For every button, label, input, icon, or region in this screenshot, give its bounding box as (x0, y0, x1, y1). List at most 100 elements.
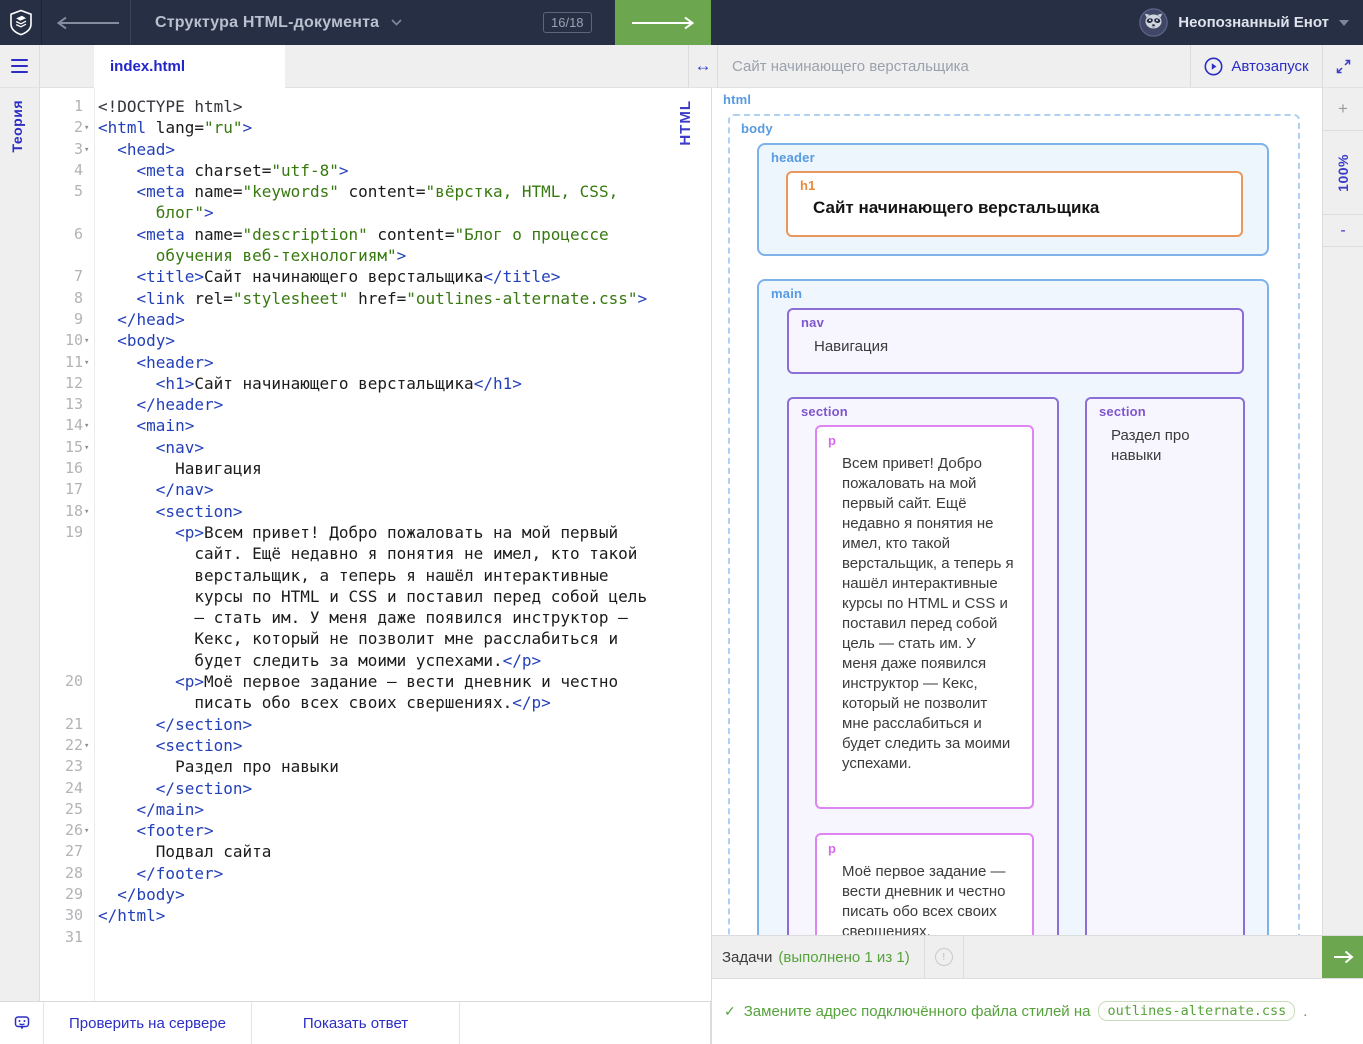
fold-caret-icon[interactable]: ▾ (84, 821, 89, 842)
code-line[interactable]: 9 </head> (40, 309, 711, 330)
tab-index-html[interactable]: index.html (94, 45, 285, 88)
code-line[interactable]: 21 </section> (40, 714, 711, 735)
code-line-content: верстальщик, а теперь я нашёл интерактив… (94, 565, 609, 586)
code-line[interactable]: 5 <meta name="keywords" content="вёрстка… (40, 181, 711, 202)
tasks-title: Задачи (722, 949, 772, 966)
code-line-content: <body> (94, 330, 175, 351)
line-number-gutter (40, 565, 94, 586)
preview-page-title: Сайт начинающего верстальщика (732, 58, 969, 75)
code-line[interactable]: 28 </footer> (40, 863, 711, 884)
code-line[interactable]: 20 <p>Моё первое задание — вести дневник… (40, 671, 711, 692)
zoom-controls-rail: + 100% - (1322, 88, 1363, 935)
code-line[interactable]: блог"> (40, 202, 711, 223)
code-line[interactable]: 8 <link rel="stylesheet" href="outlines-… (40, 288, 711, 309)
code-line[interactable]: 11▾ <header> (40, 352, 711, 373)
line-number-gutter: 8 (40, 288, 94, 309)
code-line[interactable]: 2▾<html lang="ru"> (40, 117, 711, 138)
preview-pane: html body header h1 Сайт начинающего вер… (711, 88, 1323, 935)
fullscreen-preview-button[interactable] (1322, 45, 1363, 88)
htmlacademy-logo-icon[interactable] (0, 0, 42, 45)
code-line[interactable]: 27 Подвал сайта (40, 841, 711, 862)
code-line[interactable]: — стать им. У меня даже появился инструк… (40, 607, 711, 628)
code-line[interactable]: 1<!DOCTYPE html> (40, 96, 711, 117)
show-answer-button[interactable]: Показать ответ (252, 1002, 460, 1044)
fold-caret-icon[interactable]: ▾ (84, 331, 89, 352)
outline-p1-label: p (828, 433, 836, 448)
arrow-right-icon (1332, 950, 1354, 964)
task-next-button[interactable] (1322, 936, 1363, 978)
split-resize-handle[interactable]: ↔ (688, 45, 718, 88)
code-line[interactable]: курсы по HTML и CSS и поставил перед соб… (40, 586, 711, 607)
fold-caret-icon[interactable]: ▾ (84, 118, 89, 139)
code-line[interactable]: 16 Навигация (40, 458, 711, 479)
fold-caret-icon[interactable]: ▾ (84, 416, 89, 437)
lesson-title-dropdown[interactable]: Структура HTML-документа (155, 0, 402, 45)
line-number-gutter (40, 692, 94, 713)
code-line[interactable]: 3▾ <head> (40, 139, 711, 160)
zoom-out-button[interactable]: - (1323, 215, 1363, 247)
code-line[interactable]: 15▾ <nav> (40, 437, 711, 458)
code-line[interactable]: 4 <meta charset="utf-8"> (40, 160, 711, 181)
code-editor[interactable]: 1<!DOCTYPE html>2▾<html lang="ru">3▾ <he… (40, 88, 711, 1001)
fold-caret-icon[interactable]: ▾ (84, 438, 89, 459)
zoom-in-button[interactable]: + (1323, 88, 1363, 131)
code-line[interactable]: 10▾ <body> (40, 330, 711, 351)
code-line[interactable]: 29 </body> (40, 884, 711, 905)
code-line[interactable]: 14▾ <main> (40, 415, 711, 436)
code-line-content: </html> (94, 905, 165, 926)
fold-caret-icon[interactable]: ▾ (84, 140, 89, 161)
outline-main-label: main (771, 286, 802, 301)
line-number-gutter: 9 (40, 309, 94, 330)
code-line[interactable]: 12 <h1>Сайт начинающего верстальщика</h1… (40, 373, 711, 394)
code-line[interactable]: 30</html> (40, 905, 711, 926)
task-info-button[interactable]: ! (925, 948, 963, 966)
line-number-gutter (40, 202, 94, 223)
code-line[interactable]: 31 (40, 927, 711, 948)
theory-toggle[interactable]: Теория (9, 100, 25, 153)
fold-caret-icon[interactable]: ▾ (84, 736, 89, 757)
code-line-content: <nav> (94, 437, 204, 458)
code-line[interactable]: 25 </main> (40, 799, 711, 820)
topbar-divider (130, 0, 131, 45)
code-line-content: <meta name="description" content="Блог о… (94, 224, 609, 245)
fold-caret-icon[interactable]: ▾ (84, 353, 89, 374)
line-number-gutter (40, 586, 94, 607)
expand-corners-icon (1335, 58, 1352, 75)
code-line[interactable]: 7 <title>Сайт начинающего верстальщика</… (40, 266, 711, 287)
check-on-server-button[interactable]: Проверить на сервере (44, 1002, 252, 1044)
code-line[interactable]: 17 </nav> (40, 479, 711, 500)
theory-menu-button[interactable] (0, 45, 40, 88)
code-line[interactable]: обучения веб-технологиям"> (40, 245, 711, 266)
code-line-content: </body> (94, 884, 185, 905)
code-line[interactable]: 26▾ <footer> (40, 820, 711, 841)
line-number-gutter: 12 (40, 373, 94, 394)
code-line-content: <p>Всем привет! Добро пожаловать на мой … (94, 522, 618, 543)
code-line[interactable]: верстальщик, а теперь я нашёл интерактив… (40, 565, 711, 586)
code-line[interactable]: 6 <meta name="description" content="Блог… (40, 224, 711, 245)
code-line[interactable]: писать обо всех своих свершениях.</p> (40, 692, 711, 713)
code-line[interactable]: 22▾ <section> (40, 735, 711, 756)
feedback-button[interactable] (0, 1002, 44, 1044)
back-button[interactable] (52, 0, 124, 45)
code-line-content: <meta name="keywords" content="вёрстка, … (94, 181, 618, 202)
user-menu[interactable]: Неопознанный Енот (1133, 0, 1355, 45)
code-line[interactable]: 24 </section> (40, 778, 711, 799)
fold-caret-icon[interactable]: ▾ (84, 502, 89, 523)
line-number-gutter (40, 607, 94, 628)
line-number-gutter: 22▾ (40, 735, 94, 756)
line-number-gutter: 13 (40, 394, 94, 415)
autorun-button[interactable]: Автозапуск (1190, 45, 1322, 88)
code-line[interactable]: 18▾ <section> (40, 501, 711, 522)
next-lesson-button[interactable] (615, 0, 711, 45)
code-line[interactable]: 13 </header> (40, 394, 711, 415)
code-line[interactable]: сайт. Ещё недавно я понятия не имел, кто… (40, 543, 711, 564)
code-line[interactable]: будет следить за моими успехами.</p> (40, 650, 711, 671)
code-line[interactable]: 19 <p>Всем привет! Добро пожаловать на м… (40, 522, 711, 543)
code-line[interactable]: 23 Раздел про навыки (40, 756, 711, 777)
preview-nav-text: Навигация (814, 337, 888, 357)
line-number-gutter: 11▾ (40, 352, 94, 373)
outline-nav-box: nav Навигация (787, 308, 1244, 374)
code-line[interactable]: Кекс, который не позволит мне расслабить… (40, 628, 711, 649)
code-line-content: Подвал сайта (94, 841, 271, 862)
code-line-content: <title>Сайт начинающего верстальщика</ti… (94, 266, 560, 287)
